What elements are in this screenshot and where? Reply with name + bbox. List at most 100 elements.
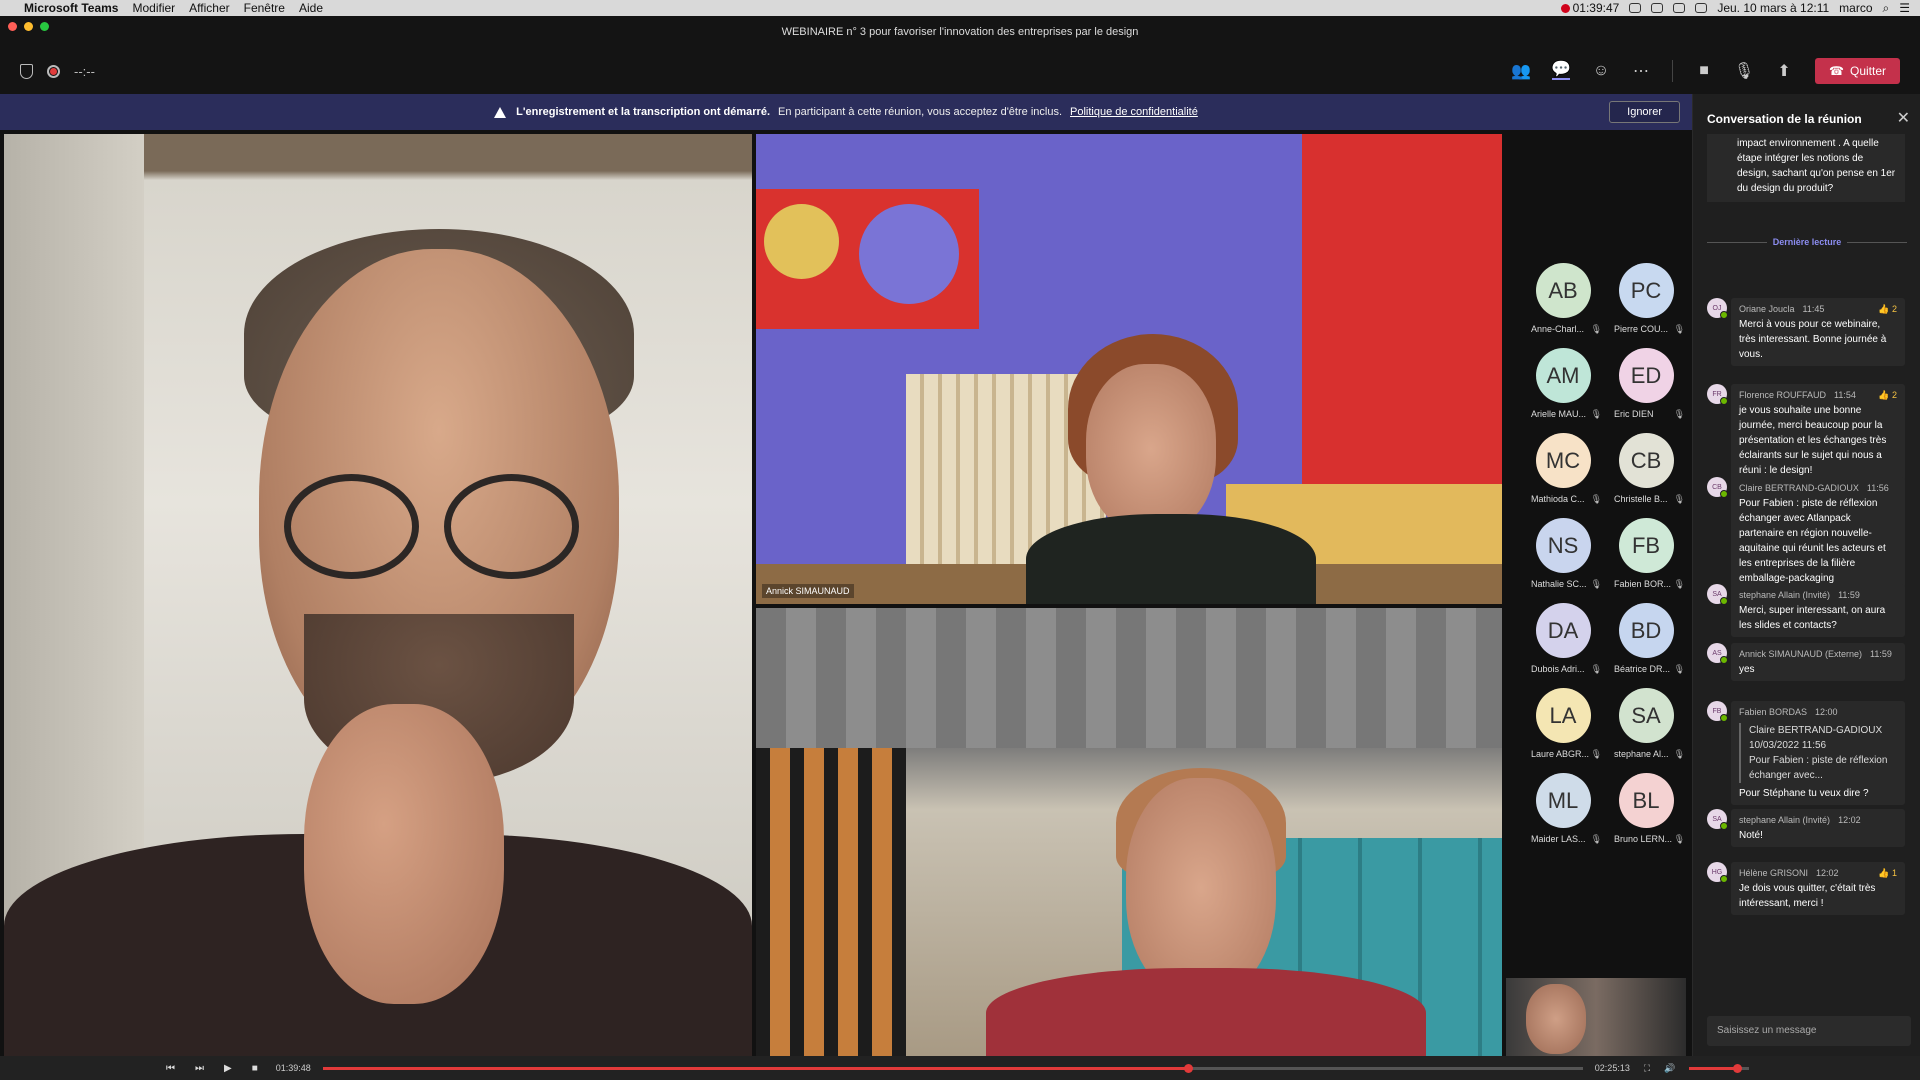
participant-name: Arielle MAU... 🎙 (1528, 409, 1602, 419)
close-window-icon[interactable] (8, 22, 17, 31)
chat-message[interactable]: SA stephane Allain (Invité) 12:02 Noté! (1707, 809, 1905, 847)
participant-avatar[interactable]: ML Maider LAS... 🎙 (1528, 773, 1602, 844)
chat-panel: Conversation de la réunion ✕ impact envi… (1692, 94, 1920, 1056)
quoted-message[interactable]: Claire BERTRAND-GADIOUX 10/03/2022 11:56 P… (1739, 723, 1897, 783)
message-input[interactable]: Saisissez un message (1707, 1016, 1911, 1046)
participant-avatar[interactable]: NS Nathalie SC... 🎙 (1528, 518, 1602, 589)
mic-muted-icon: 🎙 (1673, 324, 1685, 334)
self-face (1526, 984, 1586, 1054)
participant-avatar[interactable]: MC Mathioda C... 🎙 (1528, 433, 1602, 504)
volume-handle[interactable] (1733, 1063, 1743, 1073)
participant-avatar[interactable]: AM Arielle MAU... 🎙 (1528, 348, 1602, 419)
participant-name-label: Annick SIMAUNAUD (762, 584, 854, 598)
stop-icon[interactable]: ■ (252, 1063, 258, 1074)
skip-back-icon[interactable]: ⏮ (166, 1063, 175, 1074)
participants-icon[interactable]: 👥 (1511, 62, 1531, 80)
message-meta: Claire BERTRAND-GADIOUX 11:56 (1739, 481, 1897, 496)
menu-afficher[interactable]: Afficher (189, 1, 229, 15)
minimize-window-icon[interactable] (24, 22, 33, 31)
app-menu[interactable]: Microsoft Teams (24, 1, 118, 15)
shield-icon[interactable] (20, 63, 33, 79)
chat-icon[interactable]: 💬 (1551, 61, 1571, 80)
control-center-icon[interactable]: ☰ (1899, 1, 1910, 15)
author-avatar: SA (1707, 809, 1728, 830)
message-time: 11:54 (1834, 390, 1856, 400)
volume-slider[interactable] (1689, 1063, 1750, 1073)
participant-avatar[interactable]: AB Anne-Charl... 🎙 (1528, 263, 1602, 334)
menu-modifier[interactable]: Modifier (132, 1, 175, 15)
mic-muted-icon: 🎙 (1590, 494, 1602, 504)
clock[interactable]: Jeu. 10 mars à 12:11 (1717, 1, 1829, 15)
message-meta: stephane Allain (Invité) 11:59 (1739, 588, 1897, 603)
participant-avatar[interactable]: BL Bruno LERN... 🎙 (1611, 773, 1685, 844)
participant-hand (304, 704, 504, 1004)
video-tile-annick[interactable]: Annick SIMAUNAUD (756, 134, 1502, 604)
recording-icon[interactable] (47, 64, 60, 78)
participant-avatar[interactable]: FB Fabien BOR... 🎙 (1611, 518, 1685, 589)
seek-bar[interactable] (322, 1063, 1583, 1073)
participant-avatar[interactable]: DA Dubois Adri... 🎙 (1528, 603, 1602, 674)
participant-avatar[interactable]: PC Pierre COU... 🎙 (1611, 263, 1685, 334)
mic-muted-icon: 🎙 (1590, 834, 1602, 844)
ignore-button[interactable]: Ignorer (1609, 101, 1680, 123)
participant-name: Bruno LERN... 🎙 (1611, 834, 1685, 844)
like-reaction[interactable]: 👍 2 (1878, 388, 1897, 403)
message-meta: stephane Allain (Invité) 12:02 (1739, 813, 1897, 828)
quit-button[interactable]: ☎ Quitter (1815, 58, 1900, 84)
participant-avatar[interactable]: BD Béatrice DR... 🎙 (1611, 603, 1685, 674)
message-text: Merci, super interessant, on aura les sl… (1739, 605, 1886, 631)
menu-fenetre[interactable]: Fenêtre (244, 1, 285, 15)
step-back-icon[interactable]: ⏭ (195, 1063, 204, 1074)
battery-icon[interactable] (1673, 3, 1686, 13)
camera-icon[interactable]: ■ (1695, 62, 1713, 80)
seek-handle[interactable] (1184, 1063, 1194, 1073)
participant-avatar[interactable]: ED Eric DIEN 🎙 (1611, 348, 1685, 419)
chat-message[interactable]: OJ Oriane Joucla 11:45 👍 2 Merci à vous pour… (1707, 298, 1905, 366)
status-icon[interactable] (1629, 3, 1642, 13)
participant-name: Mathioda C... 🎙 (1528, 494, 1602, 504)
more-options-icon[interactable]: ⋯ (1632, 62, 1650, 80)
zoom-window-icon[interactable] (40, 22, 49, 31)
participant-body (986, 968, 1426, 1056)
like-reaction[interactable]: 👍 2 (1878, 302, 1897, 317)
reactions-icon[interactable]: ☺ (1592, 62, 1610, 80)
menu-aide[interactable]: Aide (299, 1, 323, 15)
mic-muted-icon: 🎙 (1673, 664, 1685, 674)
play-icon[interactable]: ▶ (224, 1063, 232, 1074)
privacy-policy-link[interactable]: Politique de confidentialité (1070, 106, 1198, 118)
share-screen-icon[interactable]: ⬆ (1775, 62, 1793, 80)
chat-message[interactable]: FR Florence ROUFFAUD 11:54 👍 2 je vous souha… (1707, 384, 1905, 482)
like-reaction[interactable]: 👍 1 (1878, 866, 1897, 881)
playback-bar: ⏮ ⏭ ▶ ■ 01:39:48 02:25:13 ⛶ 🔊 (0, 1056, 1920, 1080)
message-text: Je dois vous quitter, c'était très intér… (1739, 883, 1876, 909)
video-tile-main-speaker[interactable] (4, 134, 752, 1056)
volume-icon[interactable]: 🔊 (1664, 1063, 1675, 1074)
chat-message[interactable]: AS Annick SIMAUNAUD (Externe) 11:59 yes (1707, 643, 1905, 681)
chat-message[interactable]: HG Hélène GRISONI 12:02 👍 1 Je dois vous qui… (1707, 862, 1905, 915)
message-text: je vous souhaite une bonne journée, merc… (1739, 405, 1887, 476)
volume-icon[interactable] (1695, 3, 1708, 13)
video-stage: Annick SIMAUNAUD (0, 130, 1692, 1056)
wifi-icon[interactable] (1651, 3, 1664, 13)
participant-avatar[interactable]: SA stephane Al... 🎙 (1611, 688, 1685, 759)
chat-message[interactable]: FB Fabien BORDAS 12:00 Claire BERTRAND-GADI… (1707, 701, 1905, 805)
participant-avatar[interactable]: CB Christelle B... 🎙 (1611, 433, 1685, 504)
participant-avatar[interactable]: LA Laure ABGR... 🎙 (1528, 688, 1602, 759)
video-tile-participant[interactable] (756, 608, 1502, 1056)
message-author: stephane Allain (Invité) (1739, 590, 1831, 600)
user-name[interactable]: marco (1839, 1, 1872, 15)
self-view-tile[interactable] (1506, 978, 1686, 1056)
chat-message[interactable]: CB Claire BERTRAND-GADIOUX 11:56 Pour Fabie… (1707, 477, 1905, 590)
fullscreen-icon[interactable]: ⛶ (1644, 1063, 1650, 1074)
spotlight-icon[interactable]: ⌕ (1883, 1, 1890, 16)
participant-name-text: Eric DIEN (1614, 409, 1654, 419)
microphone-icon[interactable]: 🎙 (1734, 62, 1754, 80)
participant-name-text: Laure ABGR... (1531, 749, 1590, 759)
corridor (756, 748, 906, 1056)
quote-date: 10/03/2022 11:56 (1749, 740, 1827, 751)
close-icon[interactable]: ✕ (1897, 108, 1910, 128)
last-read-label: Dernière lecture (1772, 237, 1842, 247)
screen-recording-indicator[interactable]: 01:39:47 (1560, 1, 1619, 15)
participant-name-text: Pierre COU... (1614, 324, 1669, 334)
chat-message[interactable]: SA stephane Allain (Invité) 11:59 Merci, su… (1707, 584, 1905, 637)
